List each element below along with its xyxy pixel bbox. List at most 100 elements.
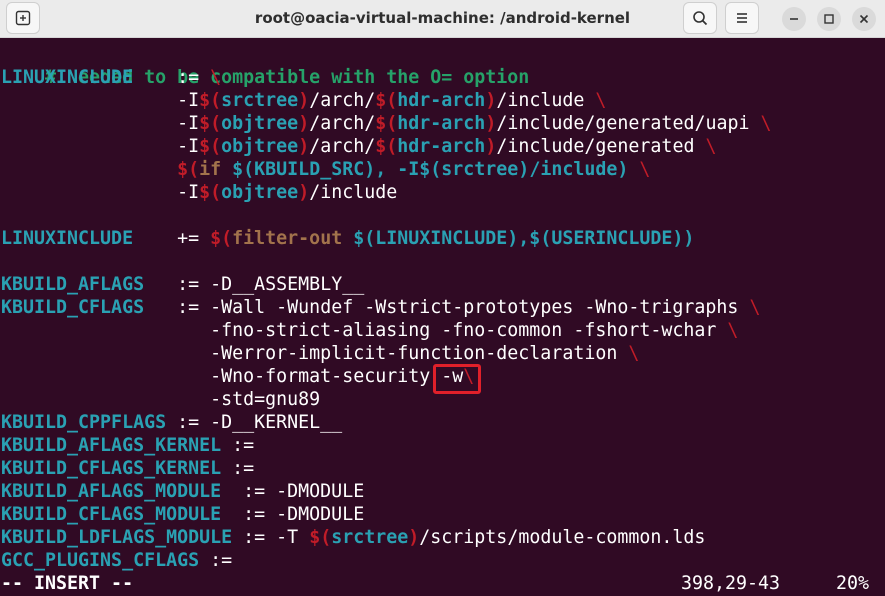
code-text: /include/generated <box>496 136 706 157</box>
variable-name: KBUILD_AFLAGS_KERNEL <box>1 435 222 456</box>
code-text: $( <box>199 90 222 111</box>
code-text: -std=gnu89 <box>1 389 321 410</box>
code-text: /arch/ <box>309 90 376 111</box>
highlight-box <box>433 364 481 394</box>
code-text: $( <box>210 228 233 249</box>
minimize-button[interactable] <box>782 7 806 31</box>
code-text: := -Wall -Wundef -Wstrict-prototypes -Wn… <box>144 297 750 318</box>
code-line: # Needed to be compatible with the O= op… <box>1 43 529 88</box>
code-line: KBUILD_AFLAGS_MODULE := -DMODULE <box>1 480 364 503</box>
code-text: ) <box>298 136 310 157</box>
code-text: := -D__KERNEL__ <box>166 412 343 433</box>
code-text: hdr-arch <box>397 113 486 134</box>
minimize-icon <box>790 18 798 20</box>
variable-name: LINUXINCLUDE <box>1 228 134 249</box>
function-keyword: if <box>199 159 222 180</box>
line-continuation: \ <box>749 297 761 318</box>
code-text: := <box>133 67 211 88</box>
code-text: ) <box>298 182 310 203</box>
line-continuation: \ <box>705 136 717 157</box>
code-text: $(KBUILD_SRC), -I$(srctree)/include) <box>221 159 640 180</box>
cursor-position: 398,29-43 <box>681 573 781 594</box>
variable-name: KBUILD_AFLAGS_MODULE <box>1 481 222 502</box>
code-line: -std=gnu89 <box>1 388 320 411</box>
code-text: hdr-arch <box>397 90 486 111</box>
code-text: := <box>221 458 255 479</box>
code-line: -I$(objtree)/arch/$(hdr-arch)/include/ge… <box>1 112 772 135</box>
code-text: $( <box>309 527 332 548</box>
code-line: KBUILD_CFLAGS_MODULE := -DMODULE <box>1 503 364 526</box>
code-line: -I$(objtree)/include <box>1 181 397 204</box>
code-text: ) <box>298 113 310 134</box>
code-text: := -DMODULE <box>221 481 365 502</box>
variable-name: KBUILD_CPPFLAGS <box>1 412 167 433</box>
code-text: $( <box>199 136 222 157</box>
code-text: ) <box>485 113 497 134</box>
title-bar: root@oacia-virtual-machine: /android-ker… <box>0 0 885 38</box>
code-line: KBUILD_AFLAGS_KERNEL := <box>1 434 254 457</box>
code-text: $( <box>375 90 398 111</box>
code-text: srctree <box>221 90 299 111</box>
function-keyword: filter-out <box>232 228 343 249</box>
variable-name: KBUILD_LDFLAGS_MODULE <box>1 527 233 548</box>
code-line: -I$(objtree)/arch/$(hdr-arch)/include/ge… <box>1 135 716 158</box>
code-line: KBUILD_LDFLAGS_MODULE := -T $(srctree)/s… <box>1 526 705 549</box>
code-text: ) <box>485 136 497 157</box>
variable-name: KBUILD_CFLAGS_MODULE <box>1 504 222 525</box>
maximize-button[interactable] <box>817 7 841 31</box>
code-text: $( <box>199 113 222 134</box>
code-text: -I <box>1 90 200 111</box>
code-line: KBUILD_AFLAGS := -D__ASSEMBLY__ <box>1 273 364 296</box>
code-text: /include/generated/uapi <box>496 113 761 134</box>
variable-name: KBUILD_CFLAGS <box>1 297 145 318</box>
menu-button[interactable] <box>725 2 759 34</box>
search-icon <box>693 11 708 26</box>
vim-mode-indicator: -- INSERT -- <box>1 573 134 594</box>
variable-name: LINUXINCLUDE <box>1 67 134 88</box>
code-line: $(if $(KBUILD_SRC), -I$(srctree)/include… <box>1 158 650 181</box>
code-text: := -DMODULE <box>221 504 365 525</box>
code-text: ) <box>485 90 497 111</box>
code-line: KBUILD_CFLAGS_KERNEL := <box>1 457 254 480</box>
line-continuation: \ <box>628 343 640 364</box>
search-button[interactable] <box>683 2 717 34</box>
code-text: := -D__ASSEMBLY__ <box>144 274 365 295</box>
code-line: LINUXINCLUDE += $(filter-out $(LINUXINCL… <box>1 227 694 250</box>
code-text: objtree <box>221 182 299 203</box>
line-continuation: \ <box>760 113 772 134</box>
line-continuation: \ <box>639 159 651 180</box>
code-line: LINUXINCLUDE := \ <box>1 66 221 89</box>
code-text: objtree <box>221 113 299 134</box>
line-continuation: \ <box>210 67 222 88</box>
terminal-editor[interactable]: # Needed to be compatible with the O= op… <box>0 42 885 596</box>
code-text: := <box>199 550 233 571</box>
line-continuation: \ <box>595 90 607 111</box>
code-text: ) <box>298 90 310 111</box>
code-text: /scripts/module-common.lds <box>419 527 706 548</box>
code-line: -Wno-format-security -w\ <box>1 365 474 388</box>
code-text: -I <box>1 182 200 203</box>
variable-name: KBUILD_AFLAGS <box>1 274 145 295</box>
code-text: -fno-strict-aliasing -fno-common -fshort… <box>1 320 728 341</box>
code-text: srctree <box>331 527 409 548</box>
code-line: -fno-strict-aliasing -fno-common -fshort… <box>1 319 738 342</box>
code-line: KBUILD_CPPFLAGS := -D__KERNEL__ <box>1 411 342 434</box>
code-text: -I <box>1 113 200 134</box>
code-line: -Werror-implicit-function-declaration \ <box>1 342 639 365</box>
code-text: $( <box>375 113 398 134</box>
code-line: GCC_PLUGINS_CFLAGS := <box>1 549 232 572</box>
scroll-percent: 20% <box>836 573 870 594</box>
code-text: -Werror-implicit-function-declaration <box>1 343 629 364</box>
code-text: := <box>221 435 255 456</box>
code-text: /include <box>496 90 596 111</box>
code-line: KBUILD_CFLAGS := -Wall -Wundef -Wstrict-… <box>1 296 760 319</box>
close-icon <box>859 14 869 24</box>
code-text: $(LINUXINCLUDE),$(USERINCLUDE)) <box>342 228 695 249</box>
code-line: -I$(srctree)/arch/$(hdr-arch)/include \ <box>1 89 606 112</box>
line-continuation: \ <box>727 320 739 341</box>
code-text: hdr-arch <box>397 136 486 157</box>
code-text: -I <box>1 136 200 157</box>
code-text: += <box>133 228 211 249</box>
close-button[interactable] <box>852 7 876 31</box>
code-text: objtree <box>221 136 299 157</box>
